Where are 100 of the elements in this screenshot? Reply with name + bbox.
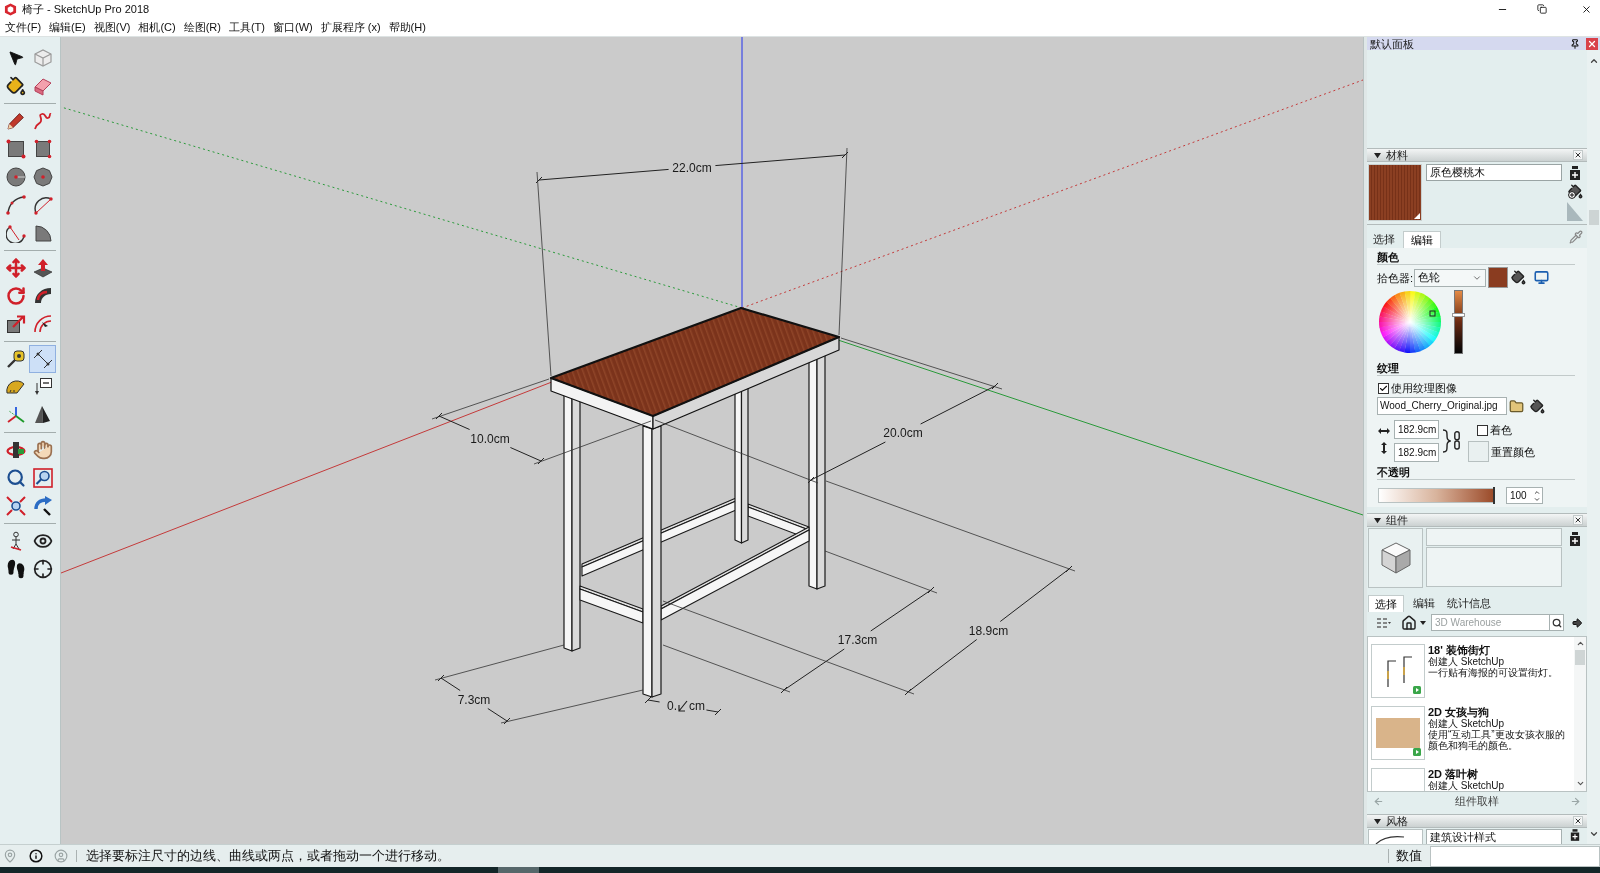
squiggle-icon — [32, 111, 53, 131]
scroll-down-icon[interactable] — [1575, 779, 1585, 788]
style-thumbnail[interactable] — [1368, 829, 1423, 844]
tool-button[interactable] — [29, 345, 56, 373]
close-button[interactable] — [1573, 515, 1583, 525]
color-swatch[interactable] — [1488, 267, 1509, 288]
brace-icon — [1442, 429, 1451, 453]
result-author: 创建人 SketchUp — [1428, 656, 1505, 667]
menu-item[interactable]: 文件(F) — [5, 20, 42, 34]
section-header[interactable]: 风格 — [1367, 814, 1587, 828]
width-field[interactable]: 182.9cm — [1394, 420, 1439, 439]
list-scrollbar[interactable] — [1574, 637, 1586, 791]
tab[interactable]: 统计信息 — [1444, 595, 1494, 612]
section-header[interactable]: 材料 — [1367, 148, 1587, 162]
close-button[interactable] — [1573, 150, 1583, 160]
height-field[interactable]: 182.9cm — [1394, 443, 1439, 462]
menu-item[interactable]: 窗口(W) — [273, 20, 313, 34]
result-title: 2D 女孩与狗 — [1428, 706, 1491, 718]
arrow-right-icon[interactable] — [1571, 616, 1583, 629]
component-description-field[interactable] — [1426, 547, 1562, 587]
slider-thumb[interactable] — [1452, 313, 1465, 318]
close-button[interactable] — [1573, 816, 1583, 826]
3d-viewport[interactable]: 22.0cm 10.0cm 20.0cm 17.3cm 18.9cm 7.3cm 0. cm — [61, 37, 1363, 844]
picker-dropdown[interactable]: 色轮 — [1414, 268, 1487, 287]
section-title: 风格 — [1386, 815, 1408, 827]
polygon-icon — [32, 167, 53, 187]
tab[interactable]: 选择 — [1368, 595, 1404, 612]
opacity-slider[interactable] — [1378, 488, 1495, 503]
scroll-down-icon[interactable] — [1588, 829, 1599, 839]
scroll-up-icon[interactable] — [1575, 639, 1585, 648]
eyedropper-icon[interactable] — [1569, 230, 1583, 244]
style-name-field[interactable]: 建筑设计样式 — [1426, 829, 1562, 844]
tab[interactable]: 选择 — [1369, 231, 1399, 248]
component-result[interactable]: 18' 装饰街灯 创建人 SketchUp 一行贴有海报的可设置街灯。 — [1368, 640, 1574, 702]
curved-extrusion-icon — [32, 286, 53, 306]
result-description: 一行贴有海报的可设置街灯。 — [1428, 667, 1558, 678]
magnifier-icon — [5, 468, 26, 488]
component-name-field[interactable] — [1426, 528, 1562, 546]
checkbox[interactable] — [1378, 382, 1389, 394]
color-marker-icon — [1429, 310, 1436, 317]
scroll-up-icon[interactable] — [1588, 56, 1599, 66]
tab[interactable]: 编辑 — [1403, 231, 1441, 248]
home-icon[interactable] — [1401, 614, 1417, 631]
brightness-slider[interactable] — [1454, 290, 1463, 354]
tab[interactable]: 编辑 — [1410, 595, 1438, 612]
reset-color-swatch[interactable] — [1468, 441, 1489, 462]
color-wheel[interactable] — [1378, 290, 1442, 354]
paint-bucket-icon[interactable] — [1511, 270, 1527, 285]
result-title: 18' 装饰街灯 — [1428, 644, 1491, 656]
dimension-label: 20.0cm — [883, 426, 923, 440]
texture-file-field[interactable]: Wood_Cherry_Original.jpg — [1377, 397, 1507, 415]
measurements-field[interactable] — [1430, 845, 1600, 867]
paint-bucket-icon[interactable] — [1530, 398, 1545, 414]
dimension-label: 0. — [667, 699, 677, 713]
measurements-label: 数值 — [1396, 848, 1422, 864]
result-description: 使用“互动工具”更改女孩衣服的颜色和狗毛的颜色。 — [1428, 729, 1566, 751]
scrollbar-thumb[interactable] — [1588, 210, 1599, 225]
menu-item[interactable]: 编辑(E) — [49, 20, 86, 34]
pencil-icon — [5, 111, 26, 131]
folder-icon[interactable] — [1509, 398, 1524, 414]
eraser-icon — [32, 76, 53, 96]
offset-arcs-icon — [32, 314, 53, 334]
menu-item[interactable]: 绘图(R) — [183, 20, 221, 34]
pin-icon[interactable] — [1570, 38, 1580, 49]
tray-scrollbar[interactable] — [1587, 50, 1600, 844]
section-header[interactable]: 组件 — [1367, 513, 1587, 527]
menu-item[interactable]: 帮助(H) — [388, 20, 426, 34]
scale-icon — [5, 314, 26, 334]
info-icon[interactable] — [29, 849, 43, 863]
curved-arrow-icon — [32, 496, 53, 516]
search-icon — [1551, 617, 1562, 628]
search-field[interactable]: 3D Warehouse — [1431, 614, 1550, 631]
corner-triangle-icon — [1567, 202, 1583, 221]
footprints-icon — [5, 559, 26, 579]
push-pull-icon — [32, 258, 53, 278]
scrollbar-thumb[interactable] — [1575, 650, 1585, 665]
search-button[interactable] — [1550, 614, 1564, 631]
component-result[interactable]: 2D 女孩与狗 创建人 SketchUp 使用“互动工具”更改女孩衣服的颜色和狗毛的颜色。 — [1368, 702, 1574, 764]
menu-item[interactable]: 扩展程序 (x) — [320, 20, 381, 34]
rectangle-icon — [5, 139, 26, 159]
checkbox[interactable] — [1477, 424, 1488, 436]
menu-item[interactable]: 工具(T) — [228, 20, 265, 34]
paint-bucket-plus-icon[interactable] — [1567, 184, 1583, 199]
menu-item[interactable]: 视图(V) — [93, 20, 131, 34]
dimension-label: 22.0cm — [672, 160, 712, 175]
opacity-spinner[interactable]: 100 — [1506, 487, 1543, 504]
material-name-field[interactable]: 原色樱桃木 — [1426, 164, 1562, 181]
close-icon — [1574, 817, 1582, 825]
sampler-label[interactable]: 组件取样 — [1455, 795, 1499, 807]
plus-box-icon — [1569, 166, 1581, 180]
monitor-icon[interactable] — [1534, 270, 1550, 285]
dimension-label: 18.9cm — [968, 623, 1009, 638]
material-swatch[interactable] — [1368, 164, 1422, 221]
view-options-icon — [1377, 616, 1391, 629]
component-result[interactable]: 2D 落叶树 创建人 SketchUp — [1368, 764, 1574, 791]
width-arrows-icon — [1378, 427, 1390, 434]
menu-item[interactable]: 相机(C) — [138, 20, 176, 34]
rotate-arrows-icon — [5, 286, 26, 306]
dimension-icon — [32, 349, 53, 369]
prism-icon — [32, 405, 53, 425]
